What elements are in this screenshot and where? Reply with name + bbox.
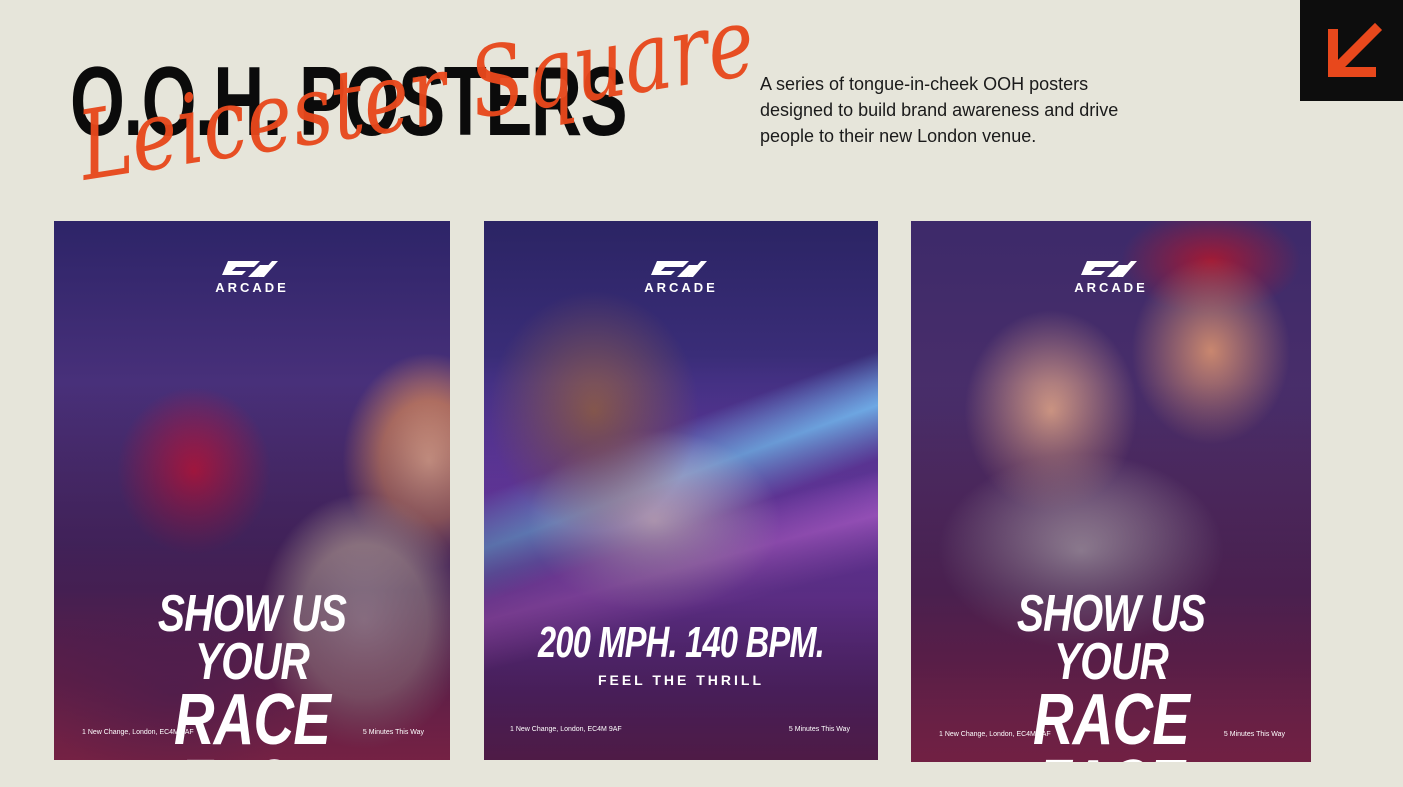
arrow-down-left-icon bbox=[1327, 22, 1382, 77]
logo-wordmark: ARCADE bbox=[215, 280, 289, 295]
corner-nav-button[interactable] bbox=[1300, 0, 1403, 101]
poster-direction: 5 Minutes This Way bbox=[788, 726, 850, 733]
script-subtitle: Leicester Square bbox=[70, 0, 763, 203]
headline-line-2: RACE FACE bbox=[1032, 679, 1190, 762]
f1-logo-icon bbox=[651, 261, 707, 277]
f1-logo-icon bbox=[1081, 261, 1137, 277]
f1-logo-icon bbox=[222, 261, 278, 277]
poster-address: 1 New Change, London, EC4M 9AF bbox=[510, 726, 622, 733]
headline-line-1: SHOW US YOUR bbox=[1016, 585, 1206, 691]
logo-wordmark: ARCADE bbox=[1074, 280, 1148, 295]
poster-feel-the-thrill: ARCADE 200 MPH. 140 BPM. FEEL THE THRILL… bbox=[484, 221, 878, 760]
poster-tagline: FEEL THE THRILL bbox=[597, 672, 765, 688]
poster-headline: 200 MPH. 140 BPM. bbox=[484, 618, 878, 667]
f1-arcade-logo: ARCADE bbox=[911, 261, 1311, 295]
headline-line-1: SHOW US YOUR bbox=[157, 585, 347, 691]
poster-race-face-2: ARCADE SHOW US YOUR RACE FACE 1 New Chan… bbox=[911, 221, 1311, 762]
logo-wordmark: ARCADE bbox=[644, 280, 718, 295]
intro-description: A series of tongue-in-cheek OOH posters … bbox=[760, 74, 1119, 146]
f1-arcade-logo: ARCADE bbox=[484, 261, 878, 295]
headline-line-2: RACE FACE bbox=[173, 679, 331, 760]
headline-line-1: 200 MPH. 140 BPM. bbox=[537, 618, 825, 667]
poster-direction: 5 Minutes This Way bbox=[362, 729, 424, 736]
f1-arcade-logo: ARCADE bbox=[54, 261, 450, 295]
poster-address: 1 New Change, London, EC4M 9AF bbox=[82, 729, 194, 736]
poster-race-face-1: ARCADE SHOW US YOUR RACE FACE 1 New Chan… bbox=[54, 221, 450, 760]
poster-direction: 5 Minutes This Way bbox=[1223, 731, 1285, 738]
poster-address: 1 New Change, London, EC4M 9AF bbox=[939, 731, 1051, 738]
